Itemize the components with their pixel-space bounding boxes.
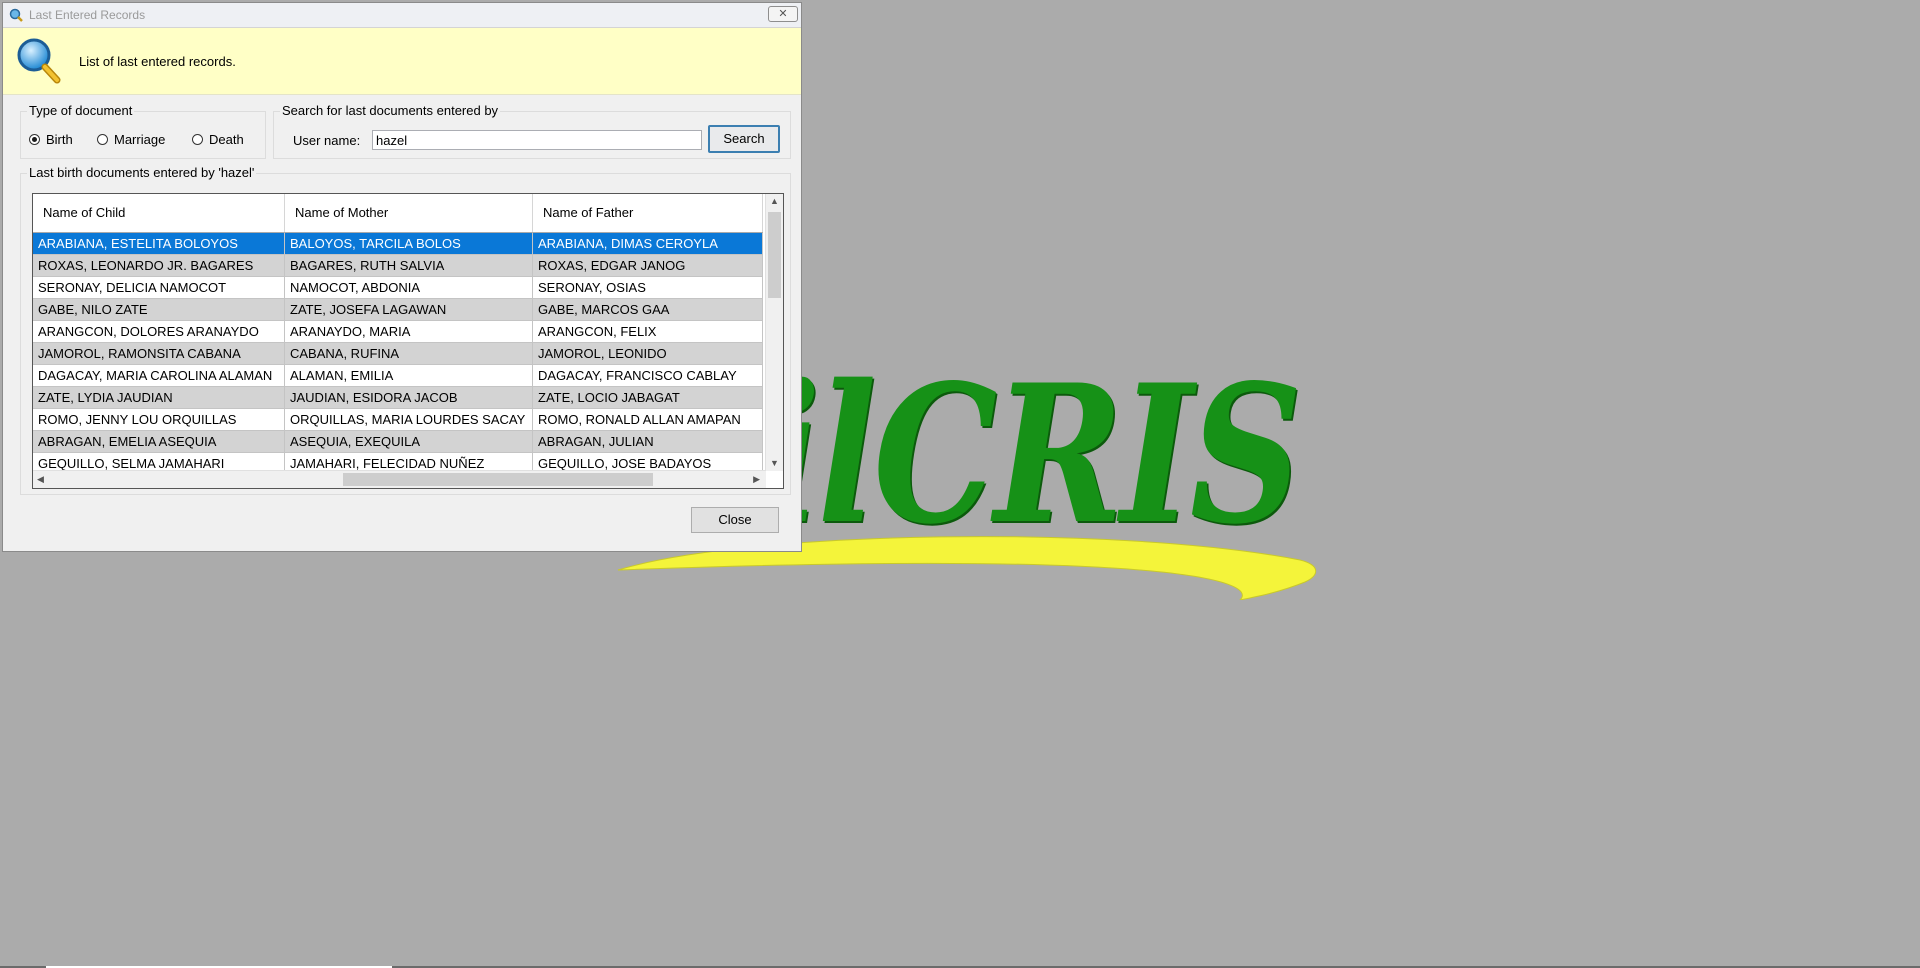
table-body: ARABIANA, ESTELITA BOLOYOS BALOYOS, TARC… bbox=[33, 233, 763, 471]
radio-birth[interactable]: Birth bbox=[29, 132, 73, 147]
cell-child: JAMOROL, RAMONSITA CABANA bbox=[33, 343, 285, 365]
cell-child: SERONAY, DELICIA NAMOCOT bbox=[33, 277, 285, 299]
results-group: Last birth documents entered by 'hazel' … bbox=[20, 165, 791, 495]
cell-father: JAMOROL, LEONIDO bbox=[533, 343, 763, 365]
table-row[interactable]: ABRAGAN, EMELIA ASEQUIA ASEQUIA, EXEQUIL… bbox=[33, 431, 763, 453]
close-icon: ✕ bbox=[778, 8, 788, 20]
cell-child: ARANGCON, DOLORES ARANAYDO bbox=[33, 321, 285, 343]
cell-father: ARABIANA, DIMAS CEROYLA bbox=[533, 233, 763, 255]
document-type-group: Type of document Birth Marriage Death bbox=[20, 103, 266, 159]
cell-child: GABE, NILO ZATE bbox=[33, 299, 285, 321]
table-row[interactable]: ARABIANA, ESTELITA BOLOYOS BALOYOS, TARC… bbox=[33, 233, 763, 255]
search-group: Search for last documents entered by Use… bbox=[273, 103, 791, 159]
cell-mother: JAMAHARI, FELECIDAD NUÑEZ bbox=[285, 453, 533, 471]
table-row[interactable]: JAMOROL, RAMONSITA CABANA CABANA, RUFINA… bbox=[33, 343, 763, 365]
cell-father: SERONAY, OSIAS bbox=[533, 277, 763, 299]
table-row[interactable]: ZATE, LYDIA JAUDIAN JAUDIAN, ESIDORA JAC… bbox=[33, 387, 763, 409]
title-bar[interactable]: Last Entered Records ✕ bbox=[3, 3, 801, 28]
cell-father: ARANGCON, FELIX bbox=[533, 321, 763, 343]
search-button[interactable]: Search bbox=[708, 125, 780, 153]
scroll-left-icon[interactable]: ◀ bbox=[37, 475, 44, 484]
horizontal-scroll-thumb[interactable] bbox=[343, 473, 653, 486]
column-header-child[interactable]: Name of Child bbox=[33, 194, 285, 232]
scroll-up-icon[interactable]: ▲ bbox=[770, 197, 779, 206]
user-name-label: User name: bbox=[293, 133, 361, 148]
cell-mother: NAMOCOT, ABDONIA bbox=[285, 277, 533, 299]
radio-death-label: Death bbox=[209, 132, 244, 147]
cell-child: ABRAGAN, EMELIA ASEQUIA bbox=[33, 431, 285, 453]
cell-father: GEQUILLO, JOSE BADAYOS bbox=[533, 453, 763, 471]
document-type-legend: Type of document bbox=[27, 103, 135, 118]
cell-mother: BAGARES, RUTH SALVIA bbox=[285, 255, 533, 277]
cell-child: DAGACAY, MARIA CAROLINA ALAMAN bbox=[33, 365, 285, 387]
cell-mother: ALAMAN, EMILIA bbox=[285, 365, 533, 387]
search-group-legend: Search for last documents entered by bbox=[280, 103, 501, 118]
cell-father: ROXAS, EDGAR JANOG bbox=[533, 255, 763, 277]
table-header: Name of Child Name of Mother Name of Fat… bbox=[33, 194, 763, 233]
scroll-right-icon[interactable]: ▶ bbox=[753, 475, 760, 484]
table-row[interactable]: DAGACAY, MARIA CAROLINA ALAMAN ALAMAN, E… bbox=[33, 365, 763, 387]
cell-mother: JAUDIAN, ESIDORA JACOB bbox=[285, 387, 533, 409]
radio-marriage-label: Marriage bbox=[114, 132, 166, 147]
table-row[interactable]: GEQUILLO, SELMA JAMAHARI JAMAHARI, FELEC… bbox=[33, 453, 763, 471]
user-name-input[interactable] bbox=[372, 130, 702, 150]
cell-mother: ARANAYDO, MARIA bbox=[285, 321, 533, 343]
column-header-father[interactable]: Name of Father bbox=[533, 194, 763, 232]
radio-marriage-indicator[interactable] bbox=[97, 134, 108, 145]
cell-mother: BALOYOS, TARCILA BOLOS bbox=[285, 233, 533, 255]
table-row[interactable]: ROMO, JENNY LOU ORQUILLAS ORQUILLAS, MAR… bbox=[33, 409, 763, 431]
cell-father: ZATE, LOCIO JABAGAT bbox=[533, 387, 763, 409]
column-header-mother[interactable]: Name of Mother bbox=[285, 194, 533, 232]
cell-mother: CABANA, RUFINA bbox=[285, 343, 533, 365]
cell-father: GABE, MARCOS GAA bbox=[533, 299, 763, 321]
cell-child: GEQUILLO, SELMA JAMAHARI bbox=[33, 453, 285, 471]
cell-father: ABRAGAN, JULIAN bbox=[533, 431, 763, 453]
scroll-down-icon[interactable]: ▼ bbox=[770, 459, 779, 468]
close-button[interactable]: Close bbox=[691, 507, 779, 533]
cell-child: ZATE, LYDIA JAUDIAN bbox=[33, 387, 285, 409]
window-close-button[interactable]: ✕ bbox=[768, 6, 798, 22]
last-entered-records-dialog: Last Entered Records ✕ List of last ente… bbox=[2, 2, 802, 552]
table-row[interactable]: GABE, NILO ZATE ZATE, JOSEFA LAGAWAN GAB… bbox=[33, 299, 763, 321]
cell-child: ROXAS, LEONARDO JR. BAGARES bbox=[33, 255, 285, 277]
cell-mother: ASEQUIA, EXEQUILA bbox=[285, 431, 533, 453]
vertical-scroll-thumb[interactable] bbox=[768, 212, 781, 298]
results-legend: Last birth documents entered by 'hazel' bbox=[27, 165, 257, 180]
window-title: Last Entered Records bbox=[29, 8, 146, 22]
cell-mother: ORQUILLAS, MARIA LOURDES SACAY bbox=[285, 409, 533, 431]
radio-marriage[interactable]: Marriage bbox=[97, 132, 165, 147]
radio-birth-label: Birth bbox=[46, 132, 73, 147]
results-table[interactable]: Name of Child Name of Mother Name of Fat… bbox=[32, 193, 784, 489]
info-banner: List of last entered records. bbox=[3, 28, 801, 95]
cell-child: ROMO, JENNY LOU ORQUILLAS bbox=[33, 409, 285, 431]
table-row[interactable]: ARANGCON, DOLORES ARANAYDO ARANAYDO, MAR… bbox=[33, 321, 763, 343]
table-row[interactable]: SERONAY, DELICIA NAMOCOT NAMOCOT, ABDONI… bbox=[33, 277, 763, 299]
cell-father: ROMO, RONALD ALLAN AMAPAN bbox=[533, 409, 763, 431]
cell-mother: ZATE, JOSEFA LAGAWAN bbox=[285, 299, 533, 321]
banner-text: List of last entered records. bbox=[79, 54, 236, 69]
radio-death-indicator[interactable] bbox=[192, 134, 203, 145]
table-row[interactable]: ROXAS, LEONARDO JR. BAGARES BAGARES, RUT… bbox=[33, 255, 763, 277]
radio-death[interactable]: Death bbox=[192, 132, 244, 147]
cell-father: DAGACAY, FRANCISCO CABLAY bbox=[533, 365, 763, 387]
vertical-scrollbar[interactable]: ▲ ▼ bbox=[765, 194, 783, 471]
magnifier-icon bbox=[15, 36, 63, 89]
magnifier-icon bbox=[9, 8, 23, 25]
radio-birth-indicator[interactable] bbox=[29, 134, 40, 145]
horizontal-scrollbar[interactable]: ◀ ▶ bbox=[33, 470, 766, 488]
cell-child: ARABIANA, ESTELITA BOLOYOS bbox=[33, 233, 285, 255]
